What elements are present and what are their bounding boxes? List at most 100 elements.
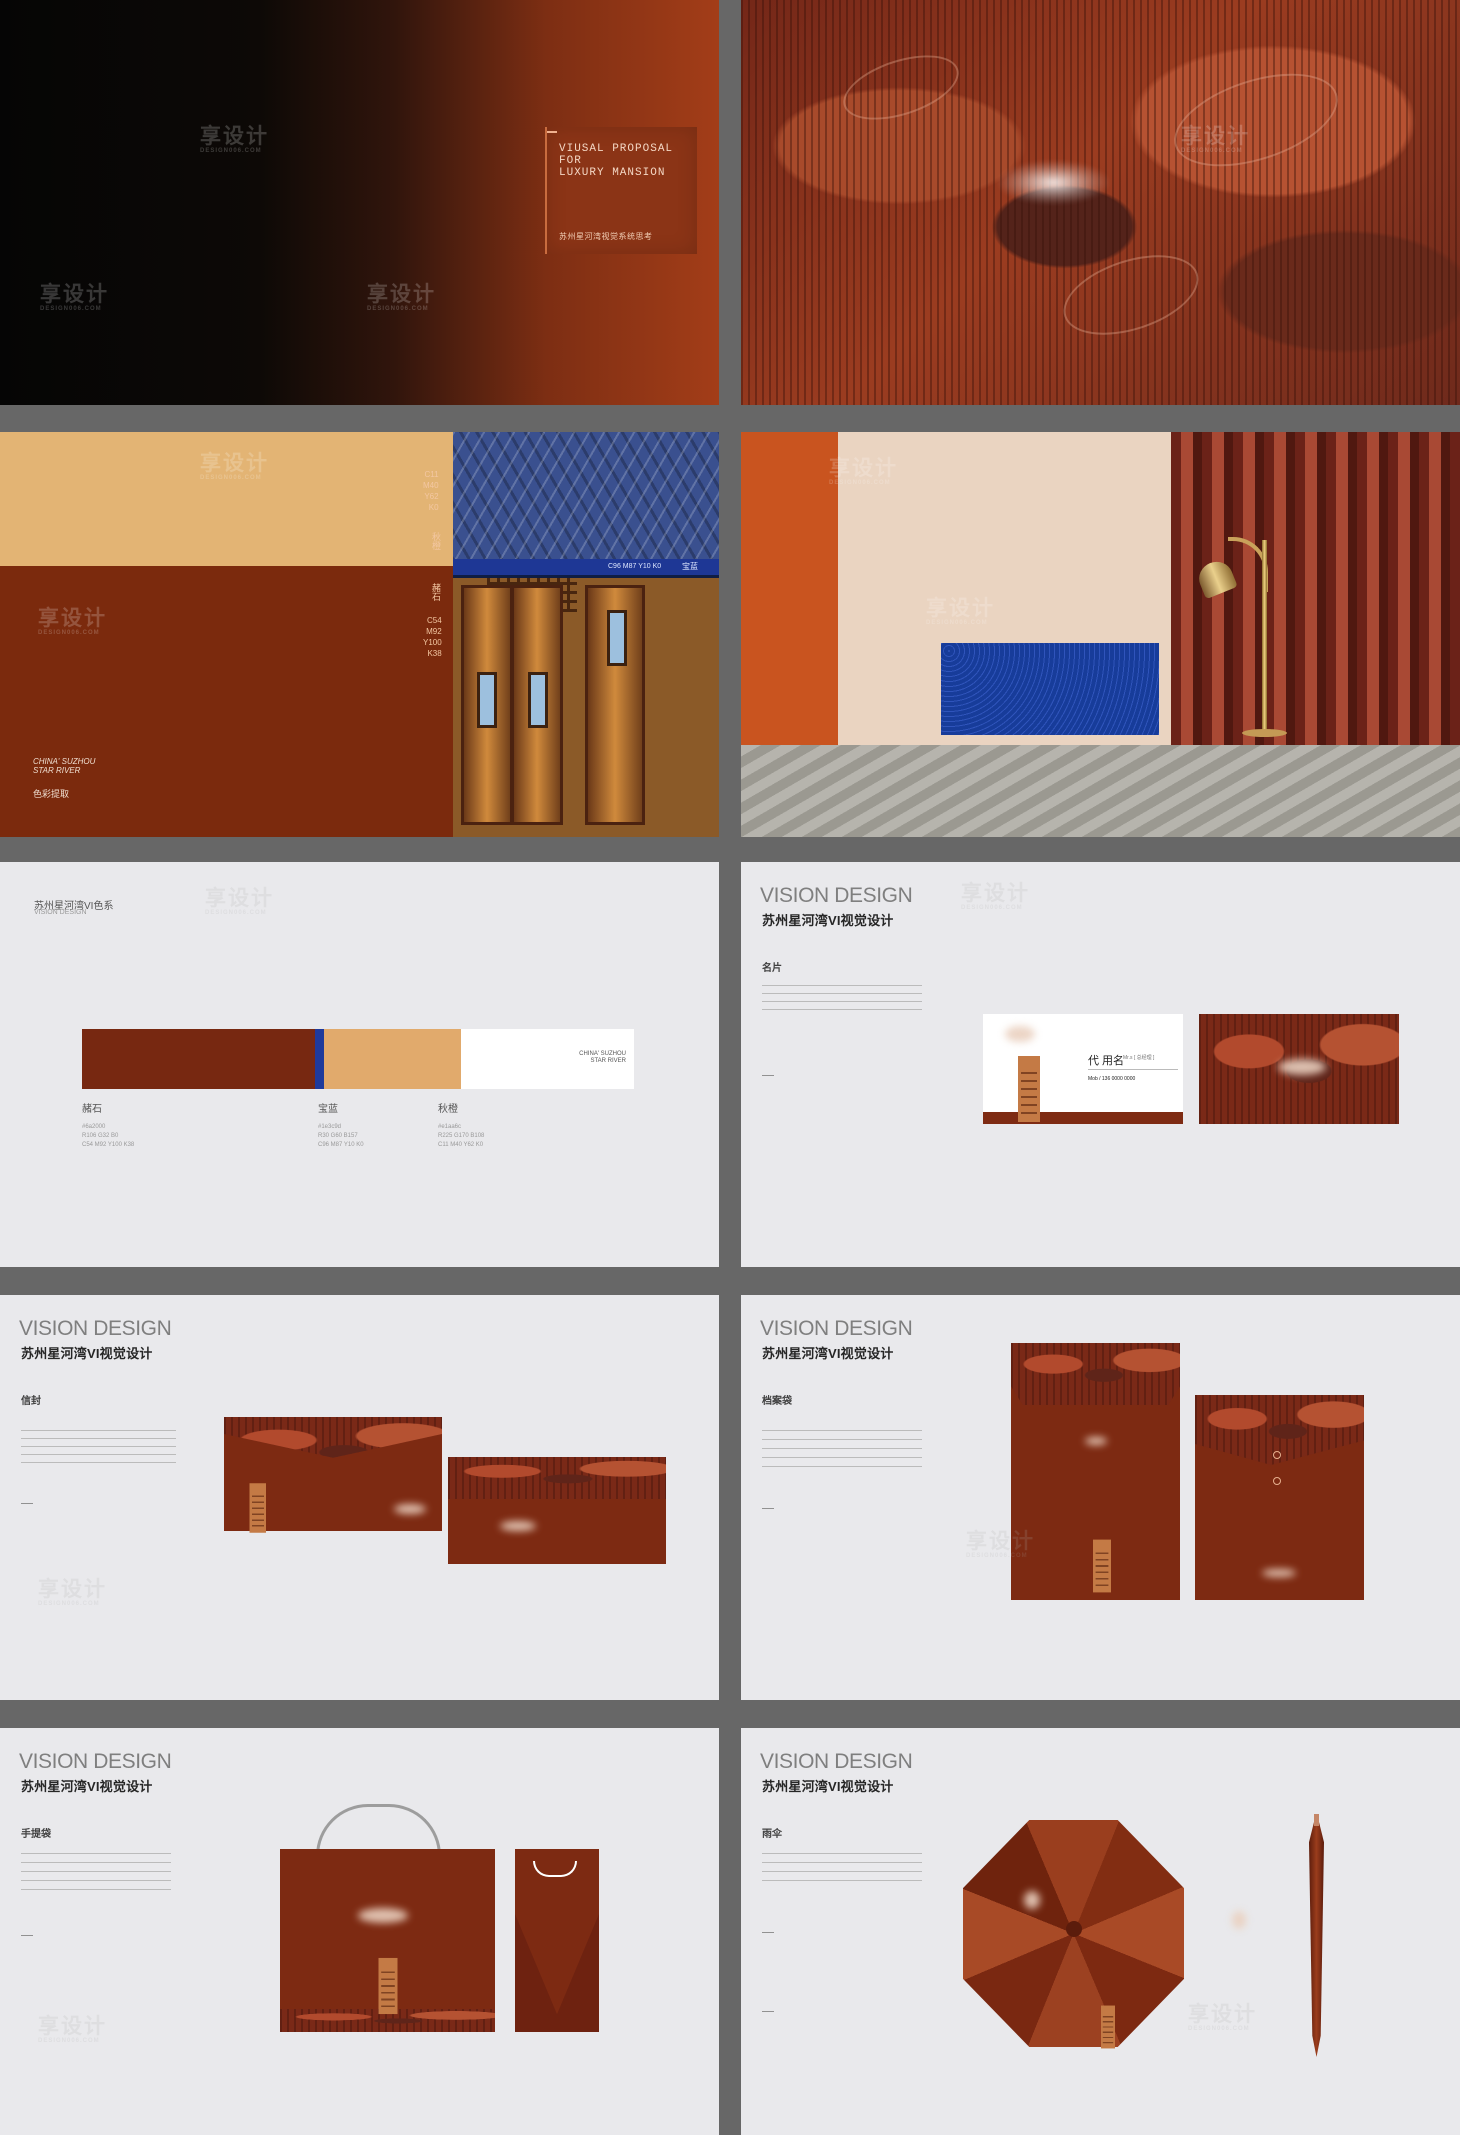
blurred-logo <box>500 1521 536 1531</box>
ochre-color-codes: C54 M92 Y100 K38 <box>423 616 442 658</box>
vi-color-system-page: 苏州星河湾VI色系 VISION DESIGN CHINA' SUZHOU ST… <box>0 862 719 1267</box>
blurred-logo <box>1024 1891 1040 1909</box>
card-divider <box>1088 1069 1178 1070</box>
blurred-logo <box>1278 1059 1326 1075</box>
blurred-logo <box>1085 1437 1107 1445</box>
umbrella-section-title: 雨伞 <box>762 1829 782 1840</box>
envelope-pattern-band <box>448 1457 666 1499</box>
card-name: 代 用名 <box>1088 1055 1125 1067</box>
blurred-logo <box>394 1504 426 1514</box>
section-dash <box>762 2011 774 2012</box>
vision-design-title: VISION DESIGN <box>760 1317 913 1340</box>
cover-title-card: VIUSAL PROPOSAL FOR LUXURY MANSION 苏州星河湾… <box>545 127 697 254</box>
ochre-swatch <box>82 1029 315 1089</box>
side-gusset <box>515 1914 599 2032</box>
pattern-page: 享设计 DESIGN006.COM <box>741 0 1460 405</box>
blue-color-codes: C96 M87 Y10 K0 <box>608 563 662 570</box>
vi-color-subtitle: VISION DESIGN <box>34 909 87 916</box>
envelope-section-title: 信封 <box>21 1396 41 1407</box>
watermark: 享设计 DESIGN006.COM <box>1188 2003 1257 2032</box>
blurred-logo <box>358 1908 408 1923</box>
business-card-page: VISION DESIGN 苏州星河湾VI视觉设计 名片 代 用名 Mr.s [… <box>741 862 1460 1267</box>
blue-wall-panel <box>941 643 1159 735</box>
business-card-section-title: 名片 <box>762 963 782 974</box>
section-dash <box>762 1508 774 1509</box>
window-panel <box>528 672 548 728</box>
cover-title: VIUSAL PROPOSAL FOR LUXURY MANSION <box>559 143 674 179</box>
cover-accent-line <box>547 131 557 133</box>
window-panel <box>607 610 627 666</box>
palette-badge: CHINA' SUZHOU STAR RIVER <box>579 1051 626 1064</box>
tower-illustration <box>1097 2005 1119 2049</box>
tote-bag-front <box>280 1849 495 2032</box>
tower-illustration <box>246 1483 270 1533</box>
umbrella-center <box>1066 1921 1082 1937</box>
tote-section-title: 手提袋 <box>21 1829 51 1840</box>
string-button <box>1273 1451 1281 1459</box>
blue-label-block: 宝蓝 #1e3c9d R30 G60 B157 C96 M87 Y10 K0 <box>318 1104 364 1148</box>
section-dash <box>21 1935 33 1936</box>
window-panel <box>477 672 497 728</box>
orange-swatch <box>324 1029 461 1089</box>
archive-section-title: 档案袋 <box>762 1396 792 1407</box>
string-button <box>1273 1477 1281 1485</box>
china-suzhou-label: CHINA' SUZHOU STAR RIVER <box>33 757 96 775</box>
orange-name: 秋橙 <box>431 532 441 550</box>
floor-lamp-pole <box>1262 540 1267 735</box>
cover-page: VIUSAL PROPOSAL FOR LUXURY MANSION 苏州星河湾… <box>0 0 719 405</box>
card-contact: Mob / 136 0000 0000 <box>1088 1076 1136 1082</box>
color-extraction-label: 色彩提取 <box>33 789 70 799</box>
vi-design-title: 苏州星河湾VI视觉设计 <box>762 913 894 928</box>
ochre-name: 赭石 <box>431 583 441 601</box>
blurred-logo <box>996 160 1111 205</box>
blurred-logo <box>1005 1026 1035 1042</box>
section-dash <box>21 1503 33 1504</box>
watermark: 享设计 DESIGN006.COM <box>961 882 1030 911</box>
floor-lamp-base <box>1242 729 1287 737</box>
archive-flap <box>1011 1343 1180 1405</box>
vision-design-title: VISION DESIGN <box>760 1750 913 1773</box>
orange-color-codes: C11 M40 Y62 K0 <box>423 470 439 512</box>
section-dash <box>762 1075 774 1076</box>
description-lines <box>762 1430 922 1475</box>
watermark: 享设计 DESIGN006.COM <box>205 887 274 916</box>
envelope-back <box>448 1457 666 1564</box>
umbrella-page: VISION DESIGN 苏州星河湾VI视觉设计 雨伞 享设计 DESIGN00… <box>741 1728 1460 2135</box>
vision-design-title: VISION DESIGN <box>19 1750 172 1773</box>
envelope-page: VISION DESIGN 苏州星河湾VI视觉设计 信封 享设计 DESIGN00… <box>0 1295 719 1700</box>
blurred-logo <box>1232 1911 1246 1929</box>
ochre-label-block: 赭石 #6a2000 R106 G32 B0 C54 M92 Y100 K38 <box>82 1104 135 1148</box>
business-card-back <box>1199 1014 1399 1124</box>
blue-name: 宝蓝 <box>682 562 698 571</box>
design-proposal-board: VIUSAL PROPOSAL FOR LUXURY MANSION 苏州星河湾… <box>0 0 1460 2135</box>
archive-bag-page: VISION DESIGN 苏州星河湾VI视觉设计 档案袋 享设计 DESIGN0… <box>741 1295 1460 1700</box>
envelope-flap <box>224 1417 442 1458</box>
blurred-logo <box>1262 1569 1296 1577</box>
stone-floor <box>741 745 1460 837</box>
umbrella-folded <box>1309 1821 1324 2057</box>
interior-scene-page: 享设计 DESIGN006.COM 享设计 DESIGN006.COM <box>741 432 1460 837</box>
section-dash <box>762 1932 774 1933</box>
description-lines <box>762 1853 922 1889</box>
watermark: 享设计 DESIGN006.COM <box>40 283 109 312</box>
tote-bag-side <box>515 1849 599 2032</box>
description-lines <box>21 1853 171 1898</box>
tower-illustration <box>1013 1056 1045 1122</box>
watermark: 享设计 DESIGN006.COM <box>367 283 436 312</box>
description-lines <box>762 985 922 1015</box>
blue-color-band <box>453 559 719 575</box>
traditional-architecture-image: C96 M87 Y10 K0 宝蓝 <box>453 432 719 837</box>
white-swatch: CHINA' SUZHOU STAR RIVER <box>461 1029 634 1089</box>
business-card-front: 代 用名 Mr.s [ 总经理 ] Mob / 136 0000 0000 <box>983 1014 1183 1124</box>
tower-illustration <box>374 1957 402 2015</box>
description-lines <box>21 1430 176 1466</box>
watermark: 享设计 DESIGN006.COM <box>38 2015 107 2044</box>
cover-subtitle: 苏州星河湾视觉系统思考 <box>559 232 653 241</box>
envelope-front <box>224 1417 442 1533</box>
watermark: 享设计 DESIGN006.COM <box>38 1578 107 1607</box>
color-palette-strip: CHINA' SUZHOU STAR RIVER <box>82 1029 634 1089</box>
color-extraction-page: C11 M40 Y62 K0 秋橙 赭石 C54 M92 Y100 K38 CH… <box>0 432 719 837</box>
vi-design-title: 苏州星河湾VI视觉设计 <box>762 1779 894 1794</box>
side-handle <box>533 1861 577 1877</box>
vision-design-title: VISION DESIGN <box>19 1317 172 1340</box>
